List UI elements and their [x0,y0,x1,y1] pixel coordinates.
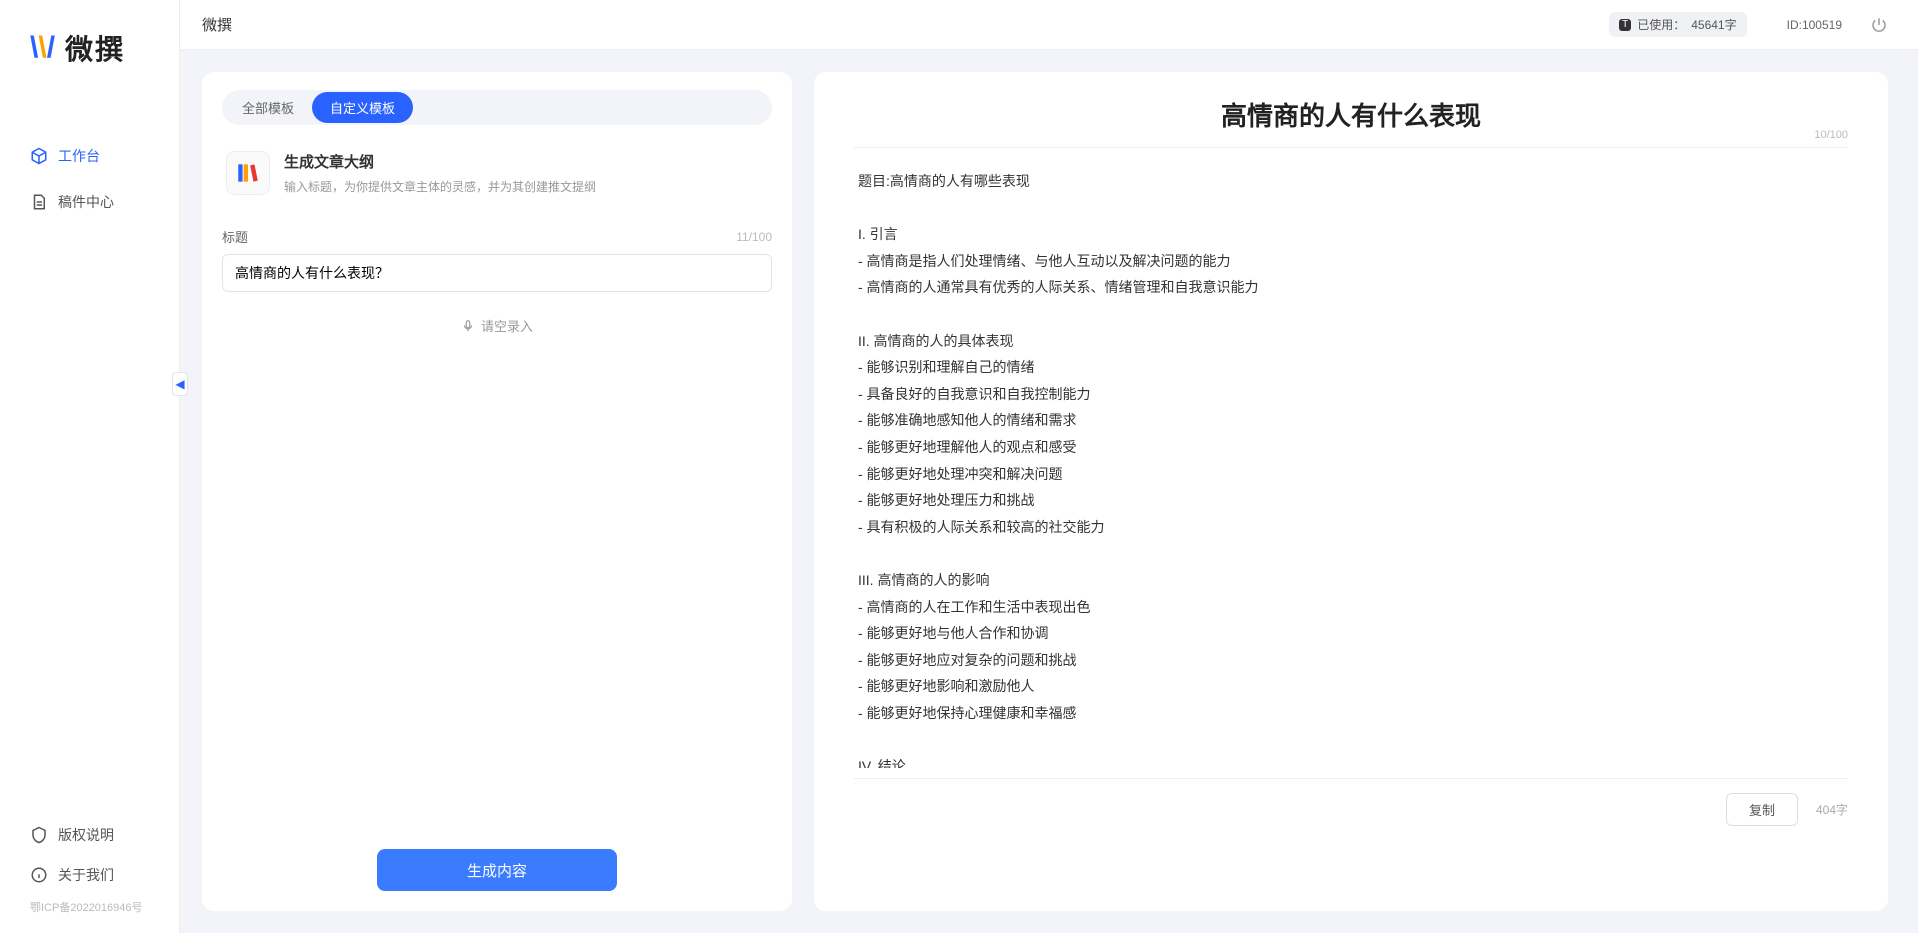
power-icon[interactable] [1870,16,1888,34]
logo: \\/ 微撰 [0,0,179,86]
output-footer: 复制 404字 [854,778,1848,826]
books-icon [235,160,261,186]
page-title: 微撰 [202,14,232,35]
nav-workbench[interactable]: 工作台 [18,136,169,176]
tab-all-templates[interactable]: 全部模板 [224,92,312,123]
title-input[interactable] [222,254,772,292]
output-head: 高情商的人有什么表现 10/100 [854,96,1848,148]
sidebar-bottom: 版权说明 关于我们 鄂ICP备2022016946号 [0,815,179,933]
sidebar-collapse-handle[interactable]: ◀ [172,372,188,396]
copyright-link[interactable]: 版权说明 [18,815,161,855]
topbar: 微撰 T 已使用： 45641字 ID:100519 [180,0,1918,50]
shield-icon [30,826,48,844]
usage-label: 已使用： [1637,16,1685,33]
tab-custom-templates[interactable]: 自定义模板 [312,92,413,123]
title-label: 标题 [222,227,248,246]
sidebar: \\/ 微撰 工作台 稿件中心 版权说明 关于我们 鄂ICP备202201694… [0,0,180,933]
title-count: 11/100 [736,230,772,244]
input-panel: 全部模板 自定义模板 生成文章大纲 输入标题，为你提供文章主体的灵感，并为其创建… [202,72,792,911]
voice-input-button[interactable]: 请空录入 [222,316,772,335]
content-row: 全部模板 自定义模板 生成文章大纲 输入标题，为你提供文章主体的灵感，并为其创建… [180,50,1918,933]
nav-drafts-label: 稿件中心 [58,192,114,212]
output-head-count: 10/100 [1814,129,1848,141]
about-link[interactable]: 关于我们 [18,855,161,895]
voice-label: 请空录入 [481,316,533,335]
main: 微撰 T 已使用： 45641字 ID:100519 全部模板 自定义模板 [180,0,1918,933]
cube-icon [30,147,48,165]
text-icon: T [1619,19,1631,31]
copy-button[interactable]: 复制 [1726,793,1798,826]
nav-workbench-label: 工作台 [58,146,100,166]
info-icon [30,866,48,884]
logo-text: 微撰 [65,28,125,68]
logo-mark: \\/ [30,31,55,65]
user-id: ID:100519 [1787,18,1842,32]
generate-button[interactable]: 生成内容 [377,849,617,891]
output-panel: 高情商的人有什么表现 10/100 题目:高情商的人有哪些表现 I. 引言 - … [814,72,1888,911]
file-icon [30,193,48,211]
nav-drafts[interactable]: 稿件中心 [18,182,169,222]
usage-badge[interactable]: T 已使用： 45641字 [1609,12,1747,37]
output-word-count: 404字 [1816,801,1848,818]
copyright-label: 版权说明 [58,825,114,845]
template-tabs: 全部模板 自定义模板 [222,90,772,125]
template-icon [226,151,270,195]
about-label: 关于我们 [58,865,114,885]
mic-icon [461,319,475,333]
output-body[interactable]: 题目:高情商的人有哪些表现 I. 引言 - 高情商是指人们处理情绪、与他人互动以… [854,148,1848,768]
output-title: 高情商的人有什么表现 [854,96,1848,133]
nav: 工作台 稿件中心 [0,86,179,815]
template-card: 生成文章大纲 输入标题，为你提供文章主体的灵感，并为其创建推文提纲 [222,143,772,217]
template-desc: 输入标题，为你提供文章主体的灵感，并为其创建推文提纲 [284,178,596,195]
template-title: 生成文章大纲 [284,151,596,172]
icp-text: 鄂ICP备2022016946号 [18,895,161,923]
usage-value: 45641字 [1691,16,1736,33]
